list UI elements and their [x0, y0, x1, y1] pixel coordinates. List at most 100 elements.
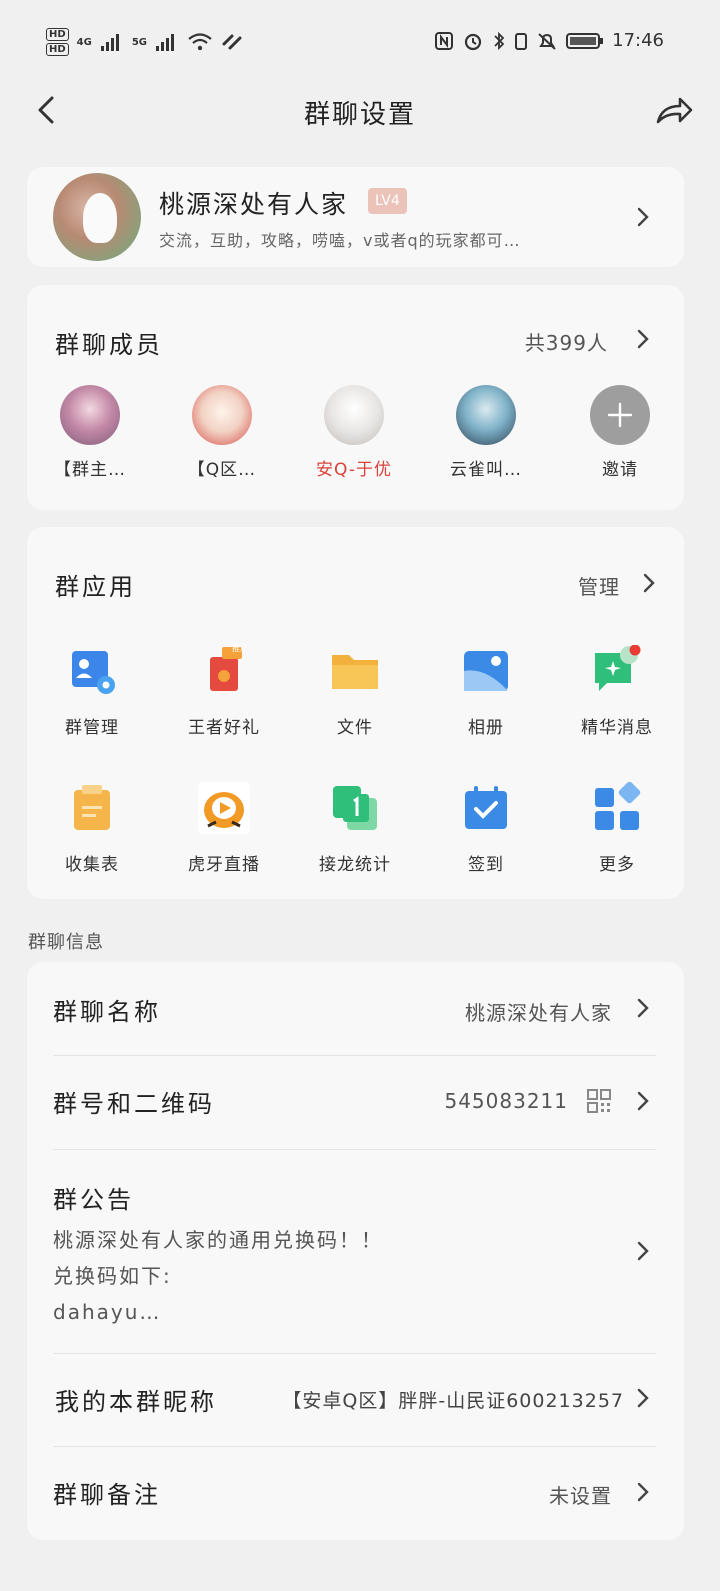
- net1-label: 4G: [76, 36, 92, 48]
- album-icon: [464, 651, 508, 691]
- app-files[interactable]: 文件: [295, 645, 415, 738]
- my-nickname-label: 我的本群昵称: [55, 1388, 217, 1416]
- chevron-right-icon: [637, 207, 649, 227]
- member-avatar: [192, 385, 252, 445]
- huya-live-icon: [198, 782, 250, 834]
- battery-icon: [566, 32, 604, 49]
- mute-icon: [538, 32, 556, 50]
- group-id-value: 545083211: [444, 1089, 568, 1113]
- members-heading: 群聊成员: [55, 331, 163, 359]
- app-label: 更多: [599, 855, 635, 875]
- app-label: 虎牙直播: [188, 855, 260, 875]
- app-group-admin[interactable]: 群管理: [32, 645, 152, 738]
- chevron-right-icon: [637, 1091, 649, 1111]
- hd-indicator: HD HD: [46, 28, 69, 56]
- chevron-right-icon[interactable]: [642, 572, 656, 594]
- group-profile-card[interactable]: 桃源深处有人家 LV4 交流，互助，攻略，唠嗑，v或者q的玩家都可…: [27, 167, 684, 267]
- app-label: 文件: [337, 718, 373, 738]
- group-admin-icon: [72, 651, 115, 694]
- app-label: 收集表: [65, 855, 119, 875]
- hd1-label: HD: [46, 28, 69, 41]
- group-remark-label: 群聊备注: [53, 1481, 161, 1509]
- status-right: 17:46: [434, 30, 664, 51]
- app-collection-form[interactable]: 收集表: [32, 782, 152, 875]
- checkin-calendar-icon: [465, 786, 507, 829]
- group-notice-line: dahayu…: [53, 1300, 162, 1324]
- signal-icon-2: [156, 34, 175, 51]
- app-checkin[interactable]: 签到: [426, 782, 546, 875]
- group-remark-row[interactable]: 群聊备注 未设置: [27, 1447, 684, 1540]
- clock: 17:46: [612, 30, 664, 51]
- group-notice-line: 兑换码如下:: [53, 1264, 172, 1288]
- group-level-badge: LV4: [368, 188, 407, 214]
- status-left: HD HD 4G 5G: [46, 28, 243, 56]
- wifi-icon: [188, 33, 212, 51]
- app-label: 王者好礼: [188, 718, 260, 738]
- net2-label: 5G: [131, 36, 148, 48]
- member-name: 【群主…: [54, 460, 126, 480]
- hd2-label: HD: [46, 43, 69, 56]
- group-id-row[interactable]: 群号和二维码 545083211: [27, 1056, 684, 1149]
- title-bar: 群聊设置: [0, 88, 720, 132]
- group-remark-value: 未设置: [549, 1484, 612, 1508]
- link-icon: [222, 34, 242, 50]
- more-grid-icon: [595, 781, 641, 830]
- app-huya-live[interactable]: 虎牙直播: [164, 782, 284, 875]
- page-title: 群聊设置: [303, 100, 416, 130]
- member-name: 安Q-于优: [316, 460, 392, 480]
- qr-code-icon: [587, 1089, 611, 1113]
- invite-member-button[interactable]: 邀请: [565, 385, 675, 480]
- group-name: 桃源深处有人家: [159, 190, 349, 219]
- members-count[interactable]: 共399人: [525, 327, 608, 356]
- folder-icon: [332, 655, 378, 689]
- member-avatar: [324, 385, 384, 445]
- gift-badge: 推广: [232, 644, 248, 653]
- group-id-label: 群号和二维码: [53, 1090, 215, 1118]
- member-name: 【Q区…: [187, 460, 257, 480]
- apps-heading: 群应用: [55, 573, 136, 601]
- member-avatar: [456, 385, 516, 445]
- alarm-icon: [465, 33, 482, 50]
- app-essence-messages[interactable]: 精华消息: [557, 644, 677, 738]
- member-avatar: [60, 385, 120, 445]
- app-album[interactable]: 相册: [426, 645, 546, 738]
- battery-small-icon: [515, 32, 528, 50]
- group-name-label: 群聊名称: [53, 998, 161, 1026]
- group-apps-card: 群应用 管理 群管理 推广 王者好礼 文件 相册 精华消息 收集表 虎牙直播 接…: [27, 527, 684, 899]
- app-more[interactable]: 更多: [557, 781, 677, 875]
- clipboard-icon: [74, 785, 110, 830]
- invite-label: 邀请: [602, 460, 638, 480]
- app-label: 群管理: [65, 718, 119, 738]
- member-item[interactable]: 【Q区…: [167, 385, 277, 480]
- nfc-icon: [435, 31, 454, 50]
- group-name-row[interactable]: 群聊名称 桃源深处有人家: [27, 962, 684, 1055]
- group-info-card: 群聊名称 桃源深处有人家 群号和二维码 545083211 群公告 桃源深处有人…: [27, 962, 684, 1540]
- app-label: 精华消息: [581, 718, 653, 738]
- app-label: 相册: [468, 718, 504, 738]
- group-name-value: 桃源深处有人家: [465, 1001, 612, 1025]
- member-item[interactable]: 云雀叫…: [431, 385, 541, 480]
- member-item[interactable]: 安Q-于优: [299, 385, 409, 480]
- my-nickname-value: 【安卓Q区】胖胖-山民证600213257: [282, 1390, 624, 1412]
- app-gift[interactable]: 推广 王者好礼: [164, 644, 284, 738]
- chevron-right-icon: [637, 1241, 649, 1261]
- app-label: 签到: [468, 855, 504, 875]
- my-nickname-row[interactable]: 我的本群昵称 【安卓Q区】胖胖-山民证600213257: [27, 1354, 684, 1446]
- signal-icon: [100, 34, 119, 51]
- group-description: 交流，互助，攻略，唠嗑，v或者q的玩家都可…: [159, 231, 521, 250]
- chevron-right-icon: [637, 1388, 649, 1408]
- member-item[interactable]: 【群主…: [35, 385, 145, 480]
- group-avatar: [53, 173, 141, 261]
- group-notice-row[interactable]: 群公告 桃源深处有人家的通用兑换码！！ 兑换码如下: dahayu…: [27, 1150, 684, 1353]
- group-notice-line: 桃源深处有人家的通用兑换码！！: [53, 1228, 383, 1252]
- apps-manage-link[interactable]: 管理: [578, 571, 620, 600]
- relay-count-icon: [333, 786, 377, 830]
- chevron-right-icon: [637, 1482, 649, 1502]
- app-relay-count[interactable]: 接龙统计: [295, 782, 415, 875]
- chevron-right-icon: [637, 998, 649, 1018]
- chevron-right-icon[interactable]: [636, 328, 650, 350]
- bluetooth-icon: [494, 31, 505, 50]
- app-label: 接龙统计: [319, 855, 391, 875]
- share-icon[interactable]: [654, 92, 694, 128]
- group-notice-label: 群公告: [53, 1186, 134, 1214]
